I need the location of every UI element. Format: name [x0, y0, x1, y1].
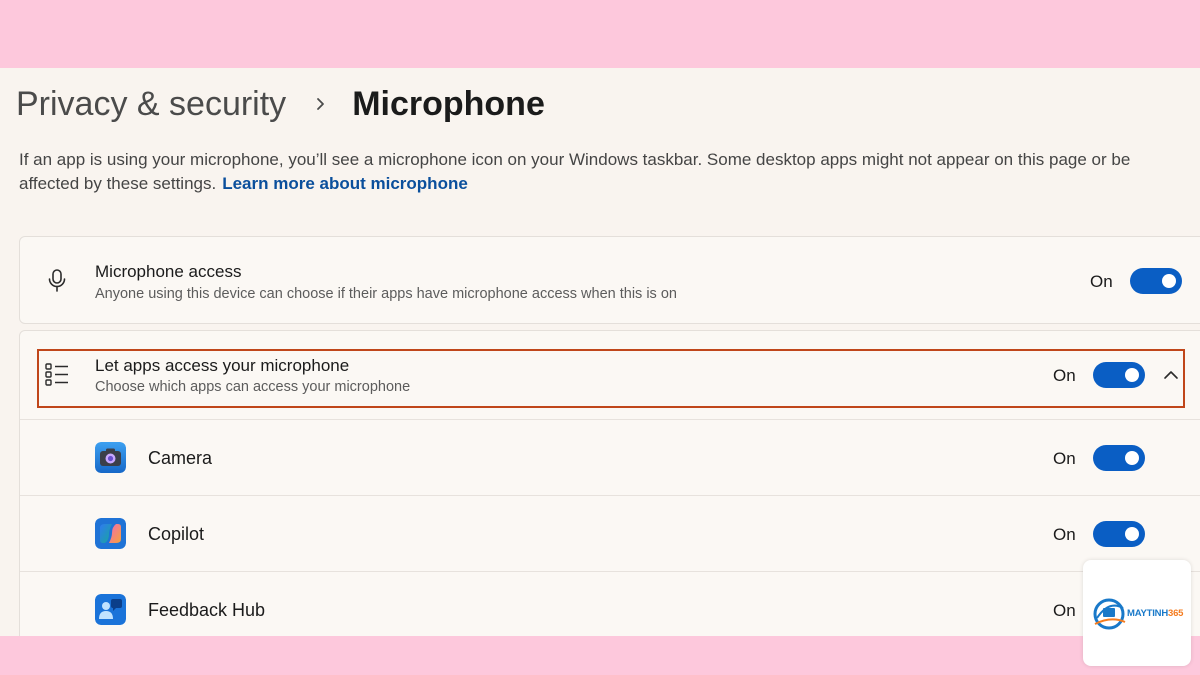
- camera-toggle[interactable]: [1093, 445, 1145, 471]
- microphone-access-title: Microphone access: [95, 262, 242, 281]
- toggle-knob: [1125, 527, 1139, 541]
- learn-more-link[interactable]: Learn more about microphone: [222, 174, 468, 193]
- watermark-brand: MAYTINH365: [1127, 608, 1183, 619]
- camera-app-icon: [95, 442, 126, 473]
- toggle-knob: [1125, 451, 1139, 465]
- description-text: If an app is using your microphone, you’…: [19, 150, 1131, 193]
- page-description: If an app is using your microphone, you’…: [19, 148, 1194, 196]
- microphone-access-card: Microphone access Anyone using this devi…: [19, 236, 1200, 324]
- microphone-access-state: On: [1090, 272, 1113, 291]
- globe-logo-icon: [1089, 594, 1129, 634]
- app-name: Feedback Hub: [148, 600, 266, 620]
- app-row-feedback-hub: Feedback Hub On: [20, 572, 1200, 636]
- app-name: Camera: [148, 448, 213, 468]
- toggle-knob: [1162, 274, 1176, 288]
- copilot-app-icon: [95, 518, 126, 549]
- watermark-logo: MAYTINH365: [1083, 560, 1191, 666]
- page-title: Microphone: [352, 84, 545, 123]
- app-name: Copilot: [148, 524, 205, 544]
- app-row-camera: Camera On: [20, 420, 1200, 495]
- copilot-toggle[interactable]: [1093, 521, 1145, 547]
- highlight-box: [37, 349, 1185, 408]
- microphone-access-subtitle: Anyone using this device can choose if t…: [95, 286, 677, 302]
- watermark-brand-main: MAYTINH: [1127, 608, 1169, 619]
- microphone-access-toggle[interactable]: [1130, 268, 1182, 294]
- feedback-hub-app-icon: [95, 594, 126, 625]
- breadcrumb-parent[interactable]: Privacy & security: [16, 85, 286, 124]
- microphone-icon: [44, 267, 70, 293]
- settings-window: Privacy & security Microphone If an app …: [0, 68, 1200, 636]
- app-state: On: [1053, 601, 1076, 620]
- breadcrumb: Privacy & security Microphone: [16, 82, 545, 126]
- app-state: On: [1053, 525, 1076, 544]
- watermark-brand-accent: 365: [1168, 608, 1184, 619]
- app-state: On: [1053, 449, 1076, 468]
- app-row-copilot: Copilot On: [20, 496, 1200, 571]
- chevron-right-icon: [310, 93, 332, 115]
